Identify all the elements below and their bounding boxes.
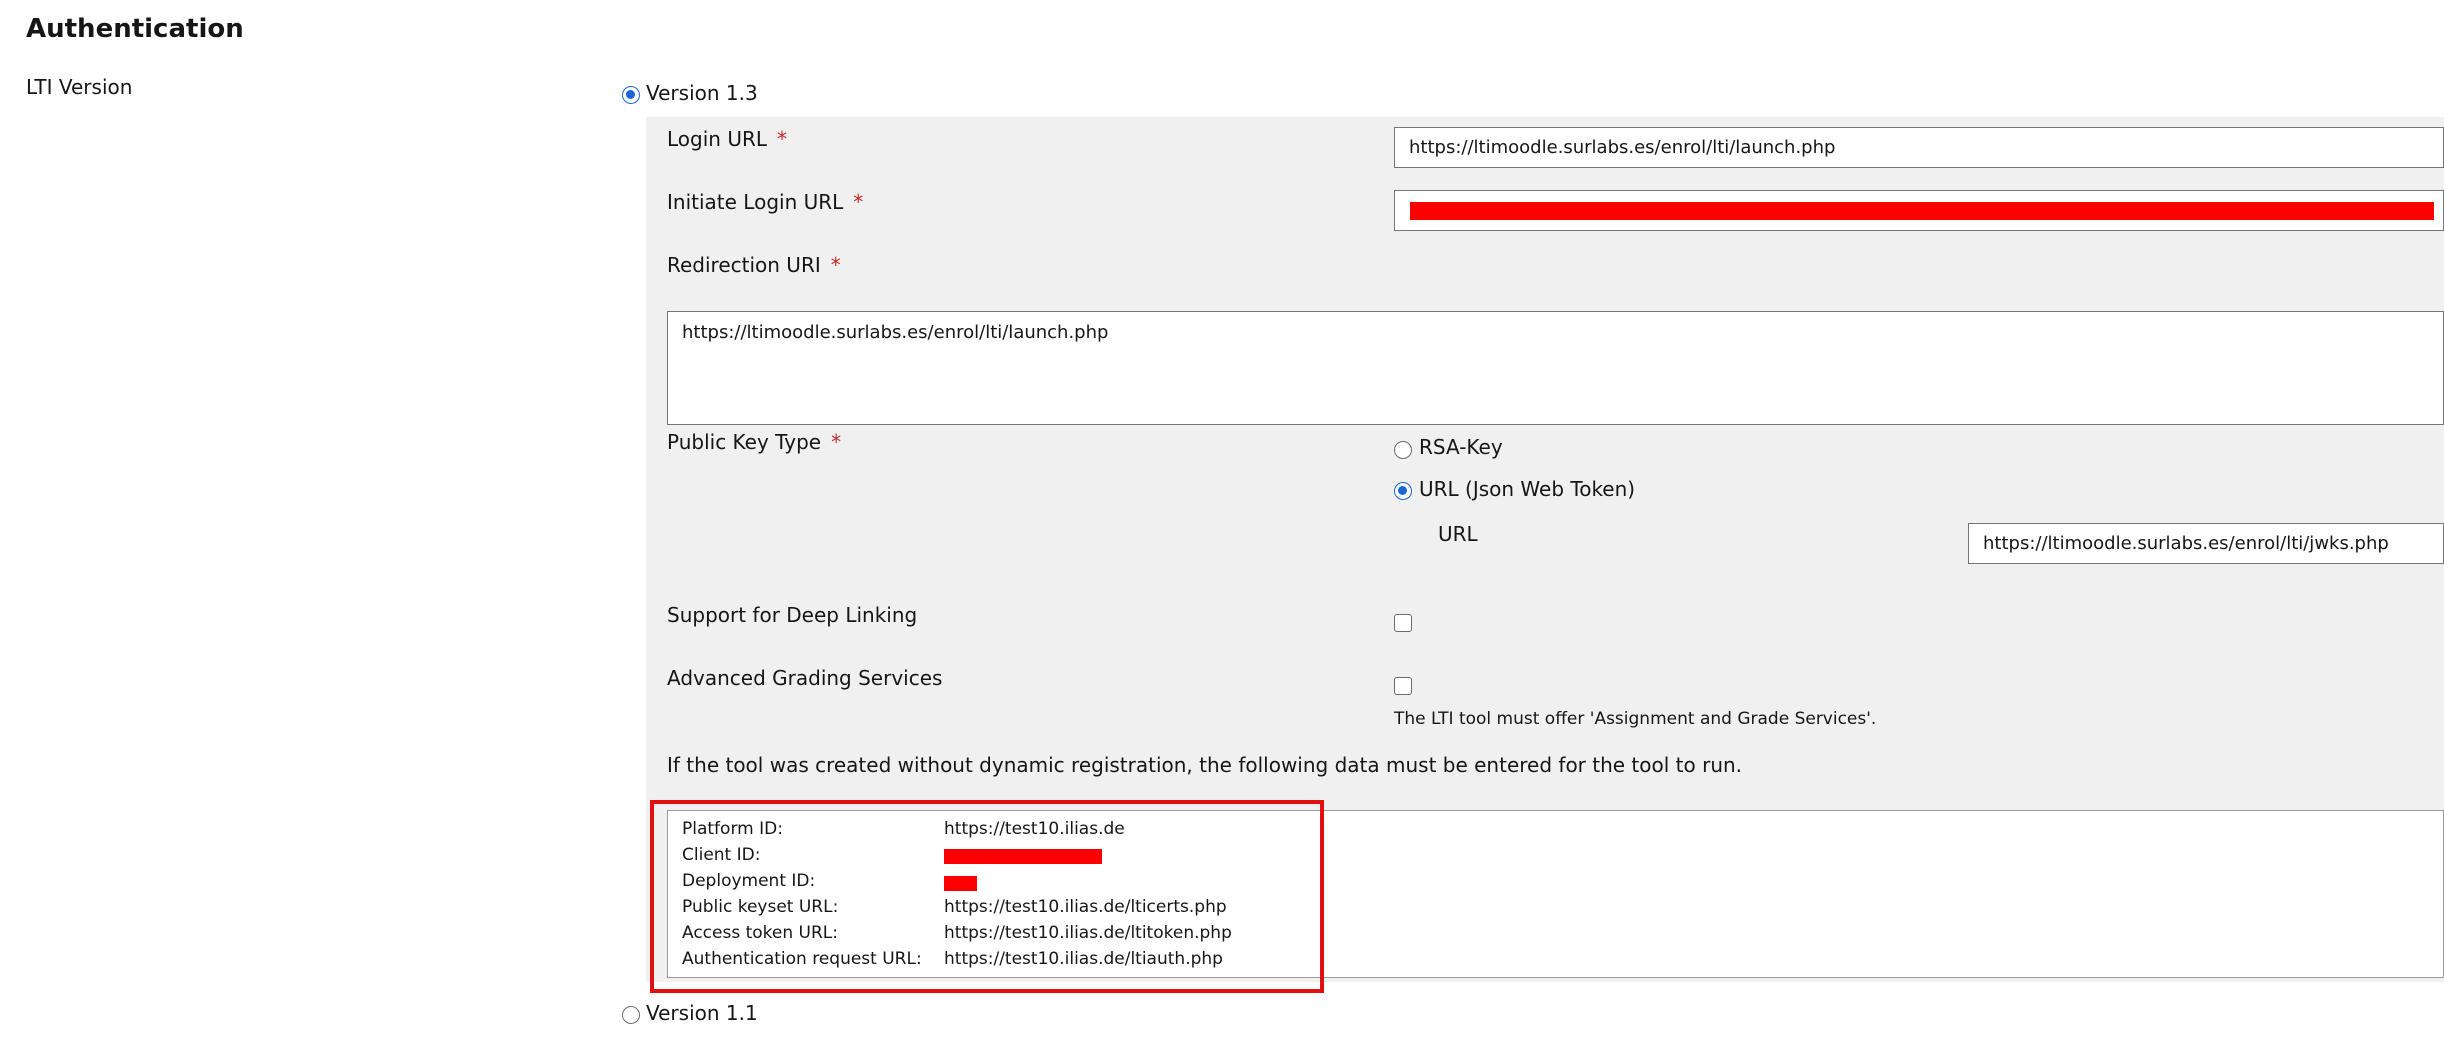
login-url-label: Login URL * (667, 127, 787, 151)
required-marker: * (830, 253, 841, 277)
redacted-initiate-login-url (1410, 202, 2434, 220)
advanced-grading-label: Advanced Grading Services (667, 666, 943, 690)
advanced-grading-checkbox[interactable] (1394, 677, 1412, 695)
advanced-grading-hint: The LTI tool must offer 'Assignment and … (1394, 709, 1877, 729)
rsa-key-label[interactable]: RSA-Key (1419, 435, 1503, 459)
redirection-uri-label: Redirection URI * (667, 253, 841, 277)
deep-linking-label: Support for Deep Linking (667, 603, 918, 627)
highlight-annotation (650, 800, 1324, 993)
initiate-login-url-label: Initiate Login URL * (667, 190, 864, 214)
dynamic-registration-notice: If the tool was created without dynamic … (667, 753, 1743, 777)
version-13-label[interactable]: Version 1.3 (646, 81, 758, 105)
version-11-label[interactable]: Version 1.1 (646, 1001, 758, 1025)
login-url-input[interactable]: https://ltimoodle.surlabs.es/enrol/lti/l… (1394, 127, 2444, 168)
required-marker: * (777, 127, 787, 151)
redirection-uri-textarea[interactable]: https://ltimoodle.surlabs.es/enrol/lti/l… (667, 311, 2444, 425)
required-marker: * (831, 430, 842, 454)
lti-version-label: LTI Version (26, 75, 133, 99)
rsa-key-radio[interactable] (1394, 441, 1412, 459)
jwks-url-input[interactable]: https://ltimoodle.surlabs.es/enrol/lti/j… (1968, 523, 2444, 564)
version-11-radio[interactable] (622, 1006, 640, 1024)
section-title: Authentication (26, 14, 244, 44)
deep-linking-checkbox[interactable] (1394, 614, 1412, 632)
version-13-radio[interactable] (622, 86, 640, 104)
url-jwt-label[interactable]: URL (Json Web Token) (1419, 477, 1635, 501)
jwks-url-label: URL (1438, 522, 1478, 546)
required-marker: * (853, 190, 864, 214)
url-jwt-radio[interactable] (1394, 482, 1412, 500)
public-key-type-label: Public Key Type * (667, 430, 842, 454)
